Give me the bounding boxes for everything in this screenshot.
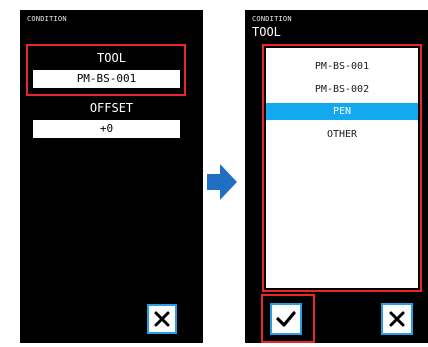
- close-x-icon: [154, 311, 170, 327]
- option-pm-bs-001[interactable]: PM-BS-001: [266, 58, 418, 75]
- option-pm-bs-002[interactable]: PM-BS-002: [266, 81, 418, 98]
- confirm-button[interactable]: [270, 303, 302, 335]
- offset-label: OFFSET: [89, 101, 134, 115]
- close-button[interactable]: [381, 303, 413, 335]
- tool-label: TOOL: [97, 51, 126, 65]
- tool-value-field[interactable]: PM-BS-001: [33, 70, 180, 88]
- next-step-arrow-icon: [207, 164, 237, 200]
- close-button[interactable]: [147, 304, 177, 334]
- condition-screen: CONDITION TOOL PM-BS-001 OFFSET +0: [20, 10, 203, 343]
- tool-select-screen: CONDITION TOOL PM-BS-001 PM-BS-002 PEN O…: [245, 10, 428, 343]
- option-other[interactable]: OTHER: [266, 126, 418, 143]
- checkmark-icon: [276, 311, 296, 327]
- close-x-icon: [389, 311, 405, 327]
- header-label: CONDITION: [252, 15, 292, 23]
- page-title: TOOL: [252, 25, 281, 39]
- option-pen[interactable]: PEN: [266, 103, 418, 120]
- header-label: CONDITION: [27, 15, 67, 23]
- offset-value-field[interactable]: +0: [33, 120, 180, 138]
- tool-option-list: PM-BS-001 PM-BS-002 PEN OTHER: [266, 48, 418, 288]
- instruction-illustration: CONDITION TOOL PM-BS-001 OFFSET +0 CONDI…: [0, 0, 428, 347]
